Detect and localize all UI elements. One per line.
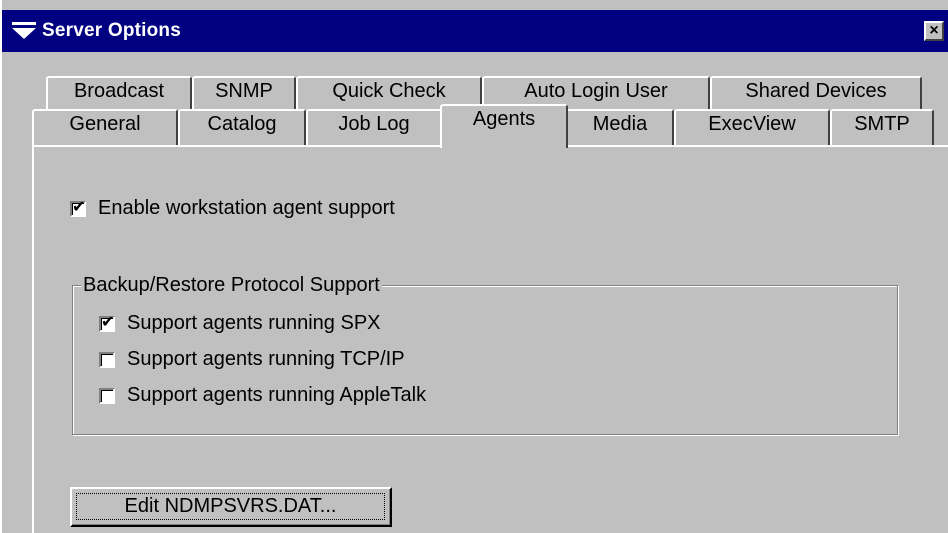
appletalk-label: Support agents running AppleTalk <box>127 384 427 406</box>
spx-label: Support agents running SPX <box>127 312 381 334</box>
tab-snmp[interactable]: SNMP <box>192 76 296 110</box>
appletalk-checkbox[interactable] <box>99 388 115 404</box>
edit-ndmpsvrs-button[interactable]: Edit NDMPSVRS.DAT... <box>70 487 392 527</box>
title-bar: Server Options × <box>2 10 948 52</box>
agents-tab-panel: ✔ Enable workstation agent support Backu… <box>32 145 948 533</box>
tab-broadcast[interactable]: Broadcast <box>46 76 192 110</box>
protocol-support-group: Backup/Restore Protocol Support ✔ Suppor… <box>72 274 898 435</box>
tab-catalog[interactable]: Catalog <box>178 109 306 145</box>
tab-agents[interactable]: Agents <box>440 104 568 148</box>
tcpip-checkbox[interactable] <box>99 352 115 368</box>
server-options-window: Server Options × Broadcast SNMP Quick Ch… <box>2 0 948 533</box>
enable-agent-support-label: Enable workstation agent support <box>98 197 395 219</box>
group-title: Backup/Restore Protocol Support <box>81 274 382 297</box>
tab-media[interactable]: Media <box>566 109 674 145</box>
enable-agent-support-checkbox[interactable]: ✔ <box>70 199 86 217</box>
tab-job-log[interactable]: Job Log <box>306 109 442 145</box>
tab-execview[interactable]: ExecView <box>674 109 830 145</box>
server-options-icon <box>12 19 38 43</box>
spx-checkbox[interactable]: ✔ <box>99 314 115 332</box>
tab-shared-devices[interactable]: Shared Devices <box>710 76 922 110</box>
window-title: Server Options <box>42 20 182 41</box>
close-button[interactable]: × <box>924 21 944 41</box>
checkmark-icon: ✔ <box>101 314 115 331</box>
edit-ndmpsvrs-label: Edit NDMPSVRS.DAT... <box>76 493 385 520</box>
tab-smtp[interactable]: SMTP <box>830 109 934 145</box>
tcpip-label: Support agents running TCP/IP <box>127 348 405 370</box>
checkmark-icon: ✔ <box>72 199 86 216</box>
tab-general[interactable]: General <box>32 109 178 145</box>
